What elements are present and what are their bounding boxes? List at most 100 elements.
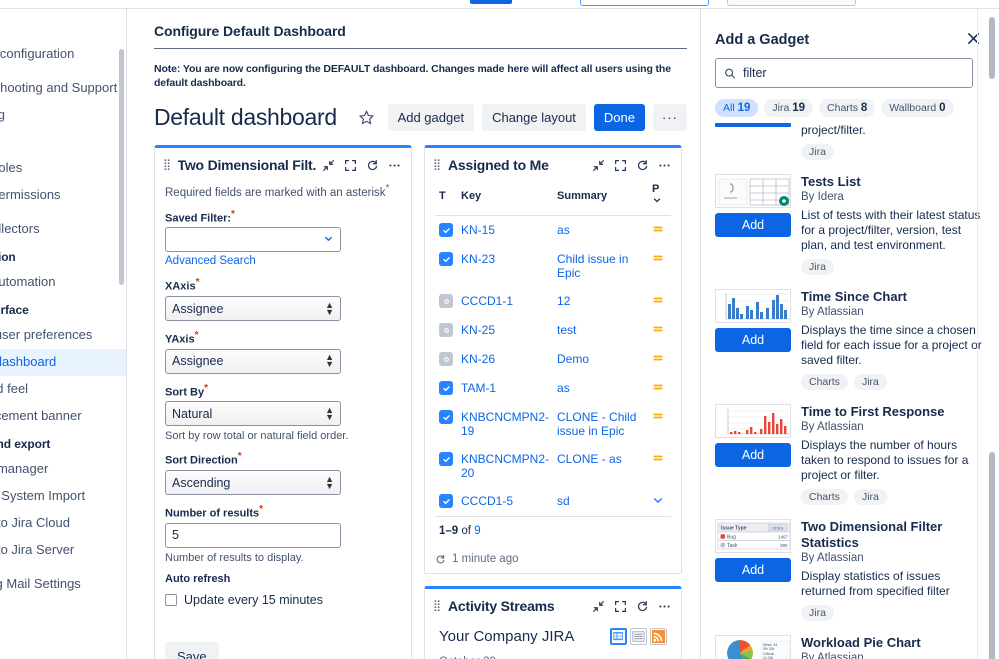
sidebar-item-outgoing-mail-settings[interactable]: Outgoing Mail Settings — [0, 571, 126, 598]
advanced-search-link[interactable]: Advanced Search — [165, 255, 256, 277]
sidebar-item-migrate-to-jira-cloud[interactable]: Migrate to Jira Cloud — [0, 510, 126, 537]
table-row[interactable]: KNBCNCMPN2-20 CLONE - as — [435, 445, 671, 487]
drag-handle-icon[interactable]: ⣿ — [433, 160, 442, 171]
sidebar-item-issue-collectors[interactable]: Issue collectors — [0, 216, 126, 243]
maximize-icon[interactable] — [614, 159, 627, 172]
nav-search-field[interactable] — [580, 0, 709, 6]
sidebar-item-troubleshooting-and-support[interactable]: Troubleshooting and Support — [0, 75, 126, 102]
table-row[interactable]: CCCD1-5 sd — [435, 487, 671, 516]
sort-chevron-down-icon[interactable] — [652, 196, 662, 208]
column-header-key[interactable]: Key — [457, 181, 554, 216]
panel-scrollbar[interactable] — [989, 452, 995, 659]
column-header-t[interactable]: T — [435, 181, 457, 216]
table-row[interactable]: KNBCNCMPN2-19 CLONE - Child issue in Epic — [435, 403, 671, 445]
filter-chip-charts[interactable]: Charts 8 — [819, 99, 876, 117]
table-row[interactable]: KN-26 Demo — [435, 345, 671, 374]
drag-handle-icon[interactable]: ⣿ — [163, 160, 172, 171]
minimize-icon[interactable] — [592, 159, 605, 172]
table-row[interactable]: KN-15 as — [435, 216, 671, 246]
change-layout-button[interactable]: Change layout — [482, 104, 586, 131]
sidebar-item-external-system-import[interactable]: External System Import — [0, 483, 126, 510]
rss-feed-button[interactable] — [650, 628, 667, 645]
table-row[interactable]: KN-23 Child issue in Epic — [435, 245, 671, 287]
sidebar-item-backup-manager[interactable]: Backup manager — [0, 456, 126, 483]
issue-summary-link[interactable]: test — [553, 316, 648, 345]
add-gadget-button[interactable]: Add gadget — [387, 104, 475, 131]
maximize-icon[interactable] — [344, 159, 357, 172]
sidebar-item-audit-log[interactable]: Audit Log — [0, 102, 126, 129]
refresh-icon[interactable] — [636, 159, 649, 172]
input-number-of-results[interactable]: 5 — [165, 522, 341, 548]
filter-chip-all[interactable]: All 19 — [715, 99, 759, 117]
page-scrollbar[interactable] — [989, 17, 995, 79]
sidebar-item-project-roles[interactable]: Project roles — [0, 155, 126, 182]
issue-key-link[interactable]: CCCD1-1 — [457, 287, 553, 316]
filter-chip-wallboard[interactable]: Wallboard 0 — [881, 99, 954, 117]
list-view-button[interactable] — [630, 628, 647, 645]
issue-summary-link[interactable]: CLONE - as — [553, 445, 648, 487]
issue-summary-link[interactable]: sd — [553, 487, 648, 516]
saved-filter-picker[interactable] — [165, 227, 341, 253]
save-button[interactable]: Save — [165, 641, 219, 659]
sidebar-item-default-dashboard[interactable]: Default dashboard — [0, 349, 126, 376]
sidebar-item-global-automation[interactable]: Global automation — [0, 269, 126, 296]
issue-key-link[interactable]: CCCD1-5 — [457, 487, 553, 516]
star-icon[interactable] — [354, 105, 380, 131]
issue-key-link[interactable]: KNBCNCMPN2-20 — [457, 445, 553, 487]
sidebar-item-default-user-preferences[interactable]: Default user preferences — [0, 322, 126, 349]
add-gadget-button[interactable]: Add — [715, 328, 791, 352]
done-button[interactable]: Done — [593, 104, 645, 131]
pager-total[interactable]: 9 — [474, 525, 480, 537]
refresh-small-icon[interactable] — [435, 554, 446, 565]
select-sort-by[interactable]: Natural ▲ ▼ — [165, 401, 341, 427]
issue-summary-link[interactable]: as — [553, 216, 648, 246]
add-gadget-button[interactable]: Add — [715, 213, 791, 237]
column-header-p[interactable]: P — [647, 181, 671, 216]
nav-secondary-field[interactable] — [727, 0, 856, 6]
gadget-menu-icon[interactable] — [658, 159, 671, 172]
more-actions-button[interactable]: ··· — [653, 104, 687, 131]
gadget-menu-icon[interactable] — [388, 159, 401, 172]
filter-chip-jira[interactable]: Jira 19 — [764, 99, 814, 117]
issue-summary-link[interactable]: as — [553, 374, 648, 403]
gadget-menu-icon[interactable] — [658, 600, 671, 613]
issue-summary-link[interactable]: Child issue in Epic — [553, 245, 648, 287]
sidebar-item-global-permissions[interactable]: Global permissions — [0, 182, 126, 209]
auto-refresh-checkbox[interactable] — [165, 593, 177, 606]
sidebar-item-general-configuration[interactable]: General configuration — [0, 41, 126, 68]
issue-key-link[interactable]: TAM-1 — [457, 374, 553, 403]
sidebar-item-look-and-feel[interactable]: Look and feel — [0, 376, 126, 403]
minimize-icon[interactable] — [592, 600, 605, 613]
sidebar-item-migrate-to-jira-server[interactable]: Migrate to Jira Server — [0, 537, 126, 564]
priority-medium-icon — [652, 252, 664, 267]
refresh-icon[interactable] — [636, 600, 649, 613]
select-yaxis[interactable]: Assignee ▲ ▼ — [165, 348, 341, 374]
add-gadget-button[interactable]: Add — [715, 558, 791, 582]
search-input[interactable] — [742, 66, 964, 80]
minimize-icon[interactable] — [322, 159, 335, 172]
issue-summary-link[interactable]: 12 — [553, 287, 648, 316]
maximize-icon[interactable] — [614, 600, 627, 613]
sidebar-item-announcement-banner[interactable]: Announcement banner — [0, 403, 126, 430]
select-sort-direction[interactable]: Ascending ▲ ▼ — [165, 470, 341, 496]
issue-key-link[interactable]: KN-26 — [457, 345, 553, 374]
issue-key-link[interactable]: KN-23 — [457, 245, 553, 287]
column-header-summary[interactable]: Summary — [553, 181, 648, 216]
table-row[interactable]: KN-25 test — [435, 316, 671, 345]
gadget-search-field[interactable] — [715, 58, 973, 88]
add-gadget-button[interactable]: Add — [715, 443, 791, 467]
select-xaxis[interactable]: Assignee ▲ ▼ — [165, 296, 341, 322]
issue-summary-link[interactable]: CLONE - Child issue in Epic — [553, 403, 648, 445]
table-row[interactable]: CCCD1-1 12 — [435, 287, 671, 316]
issue-key-link[interactable]: KN-25 — [457, 316, 553, 345]
issue-summary-link[interactable]: Demo — [553, 345, 648, 374]
sidebar-scrollbar[interactable] — [119, 49, 124, 285]
grid-view-button[interactable] — [610, 628, 627, 645]
close-icon[interactable] — [966, 31, 981, 48]
table-row[interactable]: TAM-1 as — [435, 374, 671, 403]
refresh-icon[interactable] — [366, 159, 379, 172]
issue-key-link[interactable]: KNBCNCMPN2-19 — [457, 403, 553, 445]
drag-handle-icon[interactable]: ⣿ — [433, 601, 442, 612]
issue-key-link[interactable]: KN-15 — [457, 216, 553, 246]
